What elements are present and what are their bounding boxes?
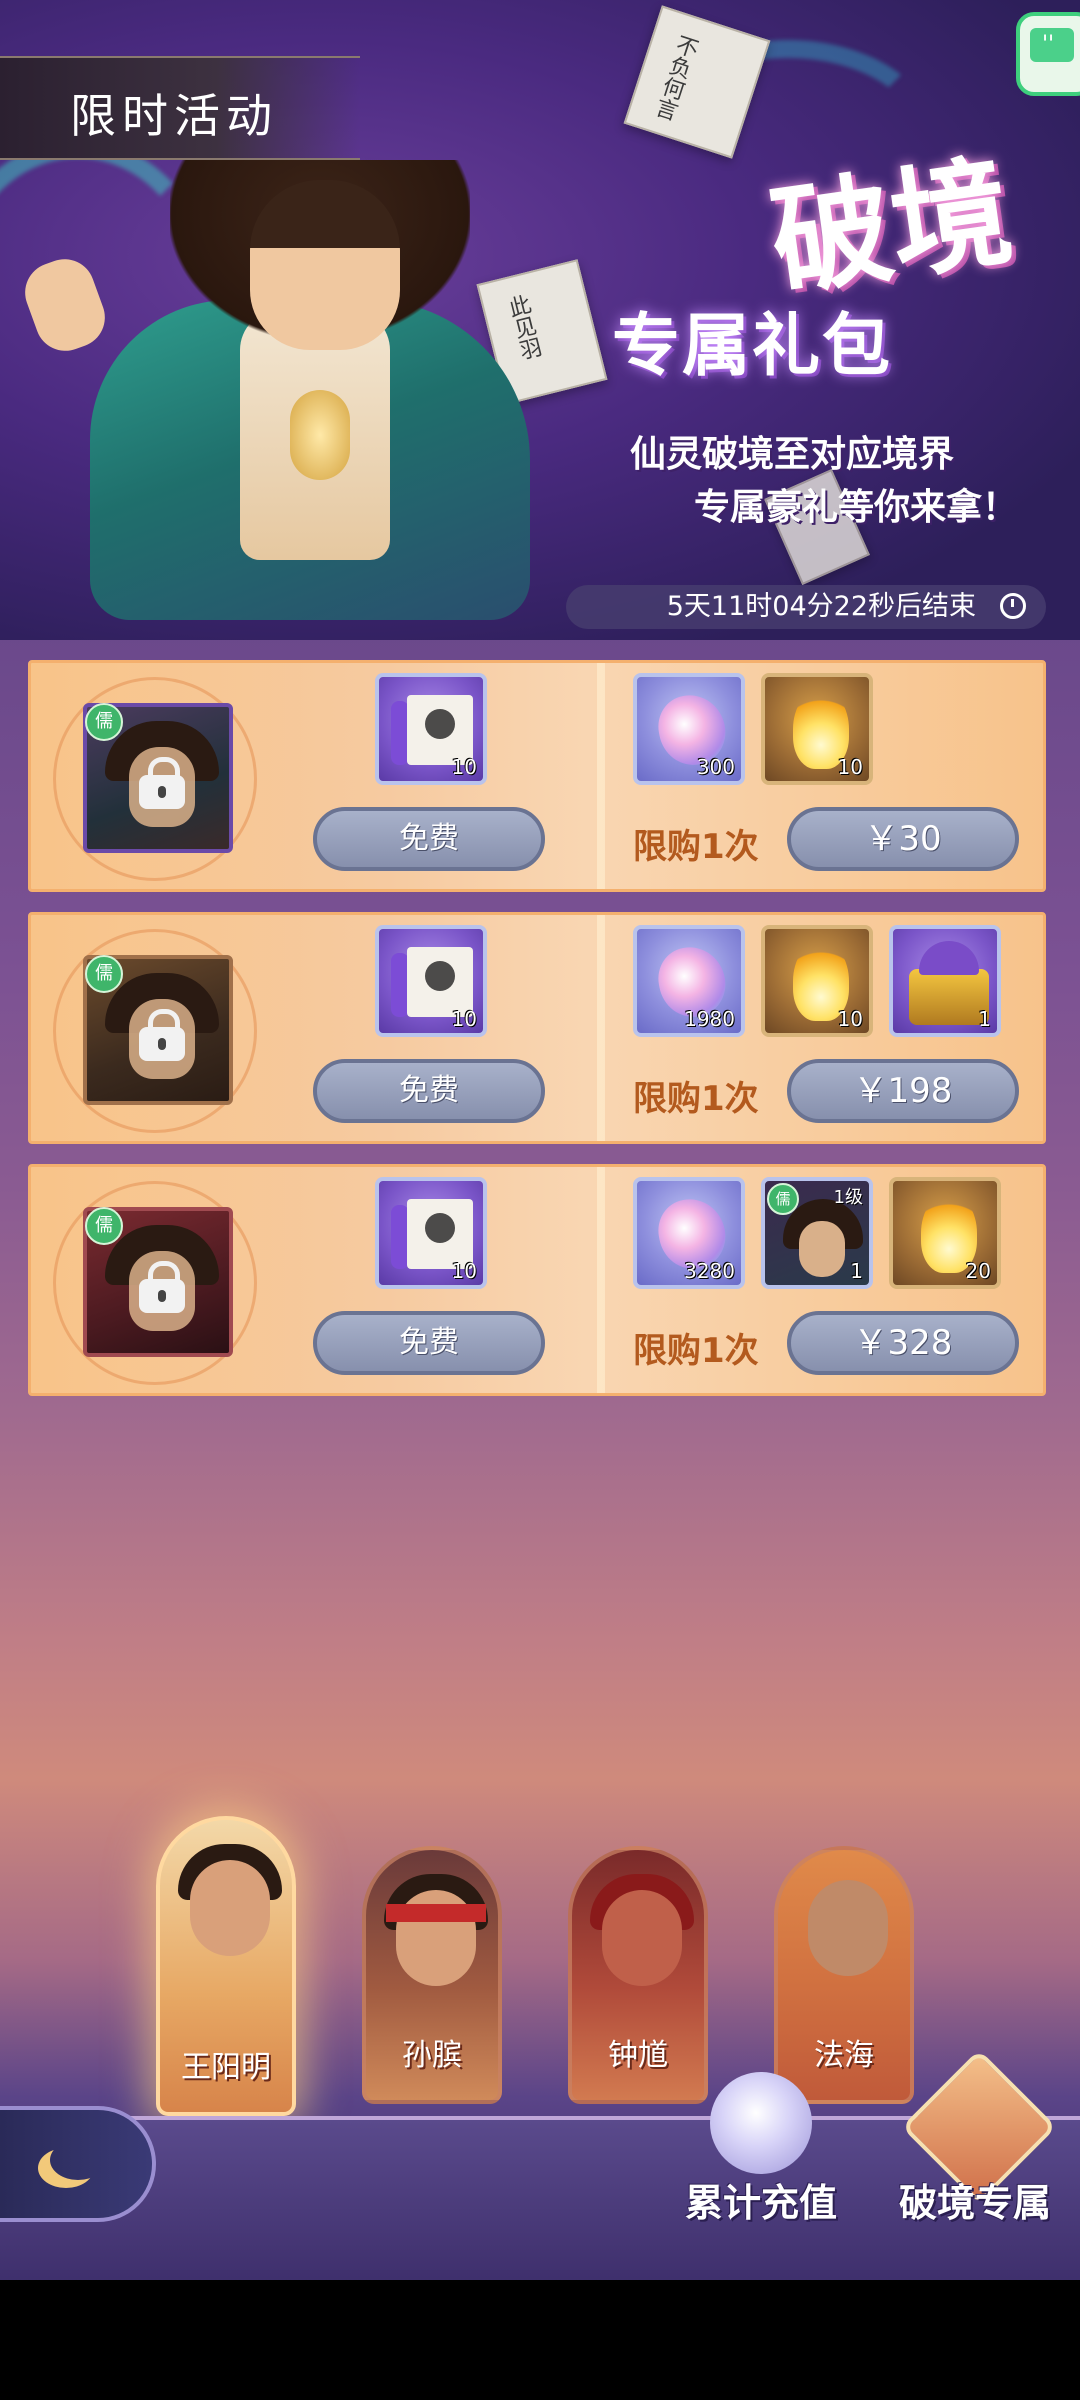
claim-free-button[interactable]: 免费 — [313, 807, 545, 871]
paid-reward-item[interactable]: 10 — [761, 673, 873, 785]
hero-illustration — [16, 120, 560, 620]
class-badge: 儒 — [85, 703, 123, 741]
free-reward-item[interactable]: 10 — [375, 673, 487, 785]
lock-icon — [139, 1261, 185, 1313]
paid-reward-item[interactable]: 20 — [889, 1177, 1001, 1289]
paid-reward-item[interactable]: 300 — [633, 673, 745, 785]
breakthrough-exclusive-label: 破境专属 — [898, 2181, 1051, 2225]
limited-activity-tab[interactable]: 限时活动 — [0, 56, 360, 160]
cumulative-recharge-label: 累计充值 — [684, 2181, 837, 2225]
cumulative-recharge-button[interactable]: 累计充值 — [676, 2072, 846, 2232]
floating-assistant-icon[interactable] — [1016, 12, 1080, 96]
purchase-limit-label: 限购1次 — [633, 1079, 759, 1119]
crescent-moon-icon — [50, 2140, 106, 2180]
lock-icon — [139, 757, 185, 809]
purchase-limit-label: 限购1次 — [633, 827, 759, 867]
hero-selector: 王阳明 孙膑 钟馗 法海 — [0, 1756, 1080, 2116]
app-root: 不负何言 此见羽 限时活动 破境 专属礼包 仙灵破境至对应境界 专属豪礼等你来拿… — [0, 0, 1080, 2280]
treasure-bag-icon — [710, 2072, 812, 2174]
class-badge: 儒 — [767, 1183, 799, 1215]
lock-icon — [139, 1009, 185, 1061]
gift-tier-row: 儒 10 免费 300 10 限购1次 ￥30 — [28, 660, 1046, 892]
paid-reward-item[interactable]: 10 — [761, 925, 873, 1037]
buy-button[interactable]: ￥328 — [787, 1311, 1019, 1375]
paid-reward-item[interactable]: 1980 — [633, 925, 745, 1037]
hero-name: 王阳明 — [181, 2050, 271, 2085]
gift-tier-row: 儒 10 免费 3280 儒 1级 1 20 限购1次 ￥328 — [28, 1164, 1046, 1396]
banner-title-main: 破境 — [762, 140, 1021, 314]
hero-fragment-item[interactable]: 儒 1级 1 — [761, 1177, 873, 1289]
event-banner: 不负何言 此见羽 限时活动 破境 专属礼包 仙灵破境至对应境界 专属豪礼等你来拿… — [0, 0, 1080, 640]
buy-button[interactable]: ￥30 — [787, 807, 1019, 871]
gift-tier-row: 儒 10 免费 1980 10 1 限购1次 ￥198 — [28, 912, 1046, 1144]
claim-free-button[interactable]: 免费 — [313, 1059, 545, 1123]
hero-card-fa-hai[interactable]: 法海 — [774, 1846, 914, 2104]
hero-card-zhong-kui[interactable]: 钟馗 — [568, 1846, 708, 2104]
claim-free-button[interactable]: 免费 — [313, 1311, 545, 1375]
breakthrough-exclusive-button[interactable]: 破境专属 — [890, 2049, 1060, 2232]
hero-card-wang-yangming[interactable]: 王阳明 — [156, 1816, 296, 2116]
moon-menu-button[interactable] — [0, 2106, 156, 2222]
hero-name: 孙膑 — [402, 2038, 462, 2073]
countdown-text: 5天11时04分22秒后结束 — [666, 591, 976, 622]
level-label: 1级 — [833, 1187, 863, 1208]
hero-card-sun-bin[interactable]: 孙膑 — [362, 1846, 502, 2104]
clock-icon — [1000, 593, 1026, 619]
class-badge: 儒 — [85, 955, 123, 993]
banner-tagline-1: 仙灵破境至对应境界 — [630, 434, 955, 475]
class-badge: 儒 — [85, 1207, 123, 1245]
paid-reward-item[interactable]: 1 — [889, 925, 1001, 1037]
banner-tagline-2: 专属豪礼等你来拿！ — [694, 487, 1019, 528]
free-reward-item[interactable]: 10 — [375, 925, 487, 1037]
treasure-chest-icon — [909, 941, 989, 1025]
hero-name: 钟馗 — [608, 2038, 668, 2073]
countdown-timer: 5天11时04分22秒后结束 — [566, 585, 1046, 629]
free-reward-item[interactable]: 10 — [375, 1177, 487, 1289]
limited-activity-label: 限时活动 — [70, 89, 278, 143]
buy-button[interactable]: ￥198 — [787, 1059, 1019, 1123]
banner-title-sub: 专属礼包 — [612, 306, 893, 386]
purchase-limit-label: 限购1次 — [633, 1331, 759, 1371]
paid-reward-item[interactable]: 3280 — [633, 1177, 745, 1289]
hero-name: 法海 — [814, 2038, 874, 2073]
